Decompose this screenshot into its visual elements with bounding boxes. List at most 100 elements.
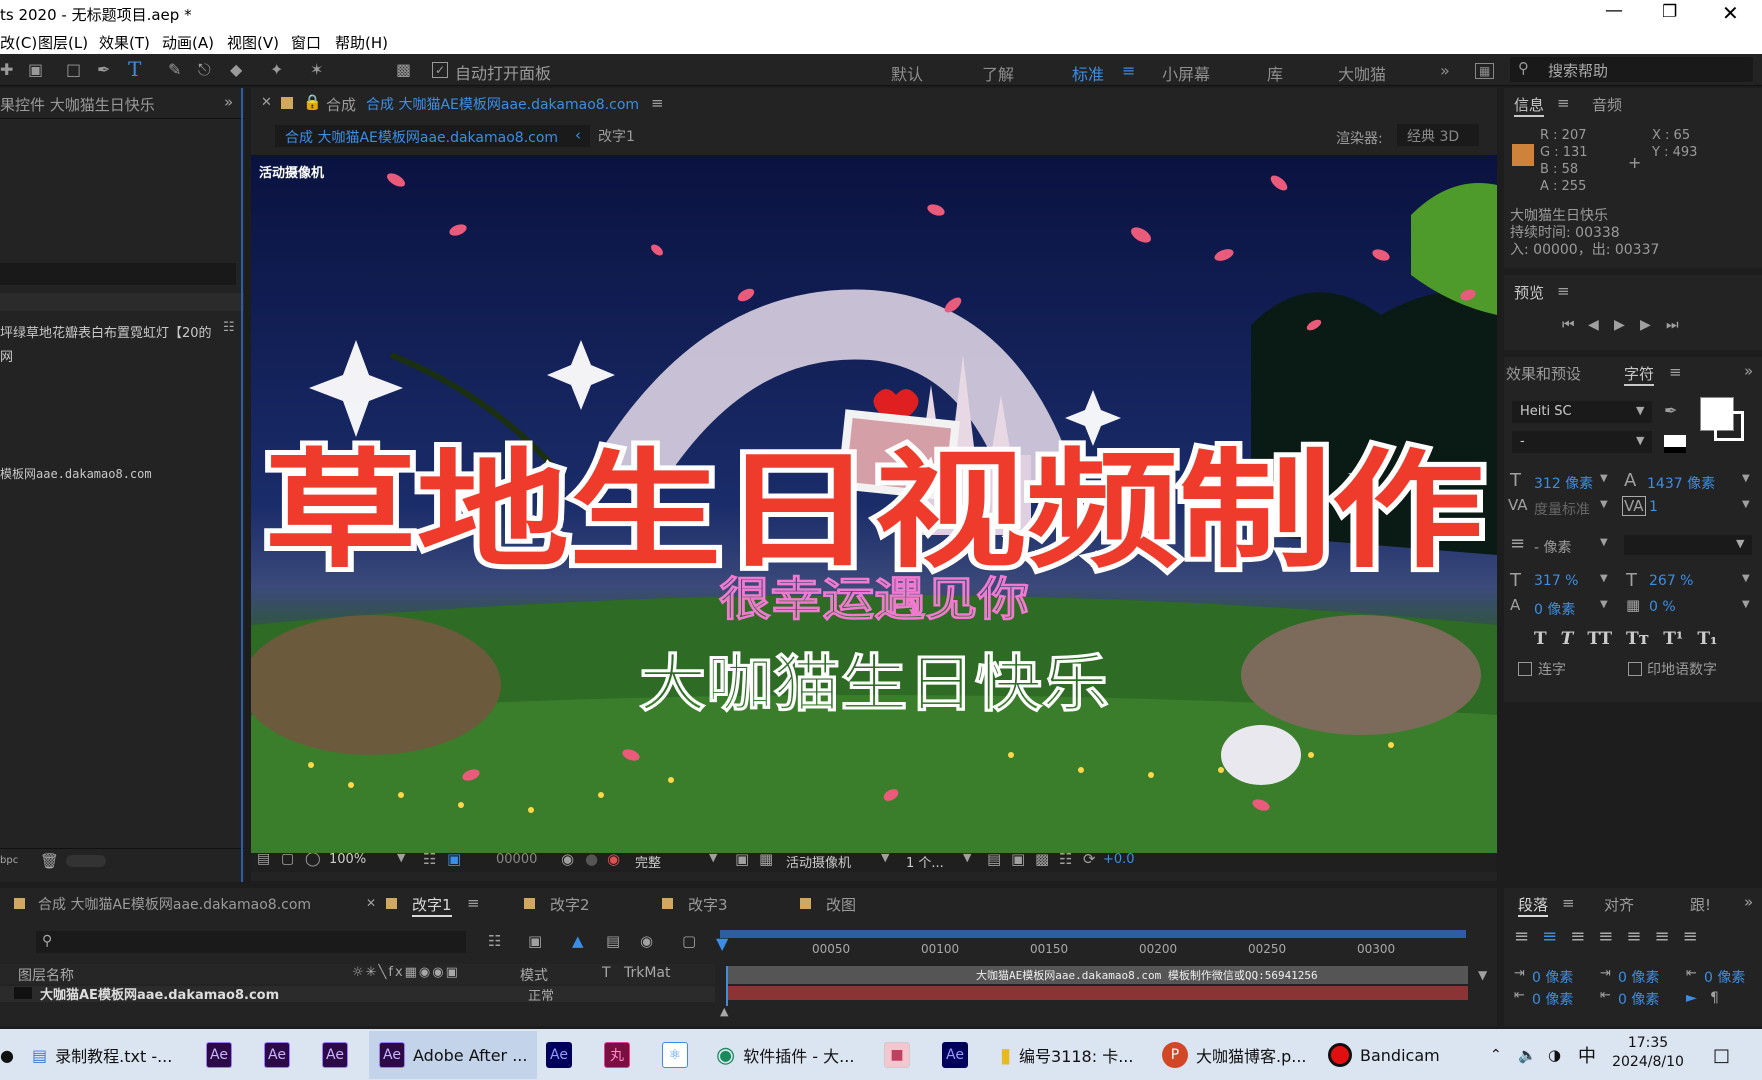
comp-tab-name[interactable]: 合成 大咖猫AE模板网aae.dakamao8.com xyxy=(366,94,639,114)
tab-paragraph[interactable]: 段落 xyxy=(1518,894,1549,917)
font-style-select[interactable]: - ▼ xyxy=(1512,431,1652,453)
stamp-tool-icon[interactable]: ⎋ xyxy=(198,60,211,80)
faux-italic-button[interactable]: T xyxy=(1561,629,1574,653)
vertical-scale-value[interactable]: 317 % xyxy=(1534,573,1578,589)
tab-audio[interactable]: 音频 xyxy=(1592,94,1622,115)
eyedropper-icon[interactable]: ✒ xyxy=(1664,401,1677,420)
indent-left-value[interactable]: 0 像素 xyxy=(1532,967,1573,987)
pen-tool-icon[interactable]: ✒ xyxy=(97,60,110,79)
menu-animation[interactable]: 动画(A) xyxy=(162,32,214,53)
stroke-style-select[interactable]: ▼ xyxy=(1624,535,1752,555)
align-left-icon[interactable]: ≡ xyxy=(1514,926,1529,948)
align-right-icon[interactable]: ≡ xyxy=(1570,926,1585,948)
sync-settings-icon[interactable]: ▦ xyxy=(1475,63,1495,79)
space-before-value[interactable]: 0 像素 xyxy=(1532,989,1573,1009)
project-item-2[interactable]: 网 xyxy=(0,346,13,365)
navigator-icon[interactable]: ▼ xyxy=(1478,968,1487,982)
layer-mode[interactable]: 正常 xyxy=(528,986,554,1002)
chevron-down-icon[interactable]: ▼ xyxy=(1600,537,1608,548)
taskbar-edge[interactable]: ◉ 软件插件 - 大... xyxy=(716,1038,854,1072)
panel-menu-icon[interactable]: ≡ xyxy=(1669,363,1682,381)
restore-icon[interactable]: ❐ xyxy=(1662,2,1677,22)
layer-name[interactable]: 大咖猫AE模板网aae.dakamao8.com xyxy=(40,986,279,1002)
menu-help[interactable]: 帮助(H) xyxy=(335,32,388,53)
search-field[interactable] xyxy=(0,263,236,285)
expand-panel-icon[interactable]: » xyxy=(1744,362,1753,380)
timeline-tab-4[interactable]: 改图 xyxy=(826,894,856,915)
renderer-select[interactable]: 经典 3D xyxy=(1397,124,1479,146)
indent-right-value[interactable]: 0 像素 xyxy=(1704,967,1745,987)
playhead-icon[interactable]: ▼ xyxy=(716,934,728,953)
draft-3d-icon[interactable]: ▣ xyxy=(528,932,542,950)
menu-view[interactable]: 视图(V) xyxy=(227,32,279,53)
rectangle-tool-icon[interactable]: □ xyxy=(66,60,81,79)
chevron-down-icon[interactable]: ▼ xyxy=(1600,473,1608,484)
tab-character[interactable]: 字符 xyxy=(1624,363,1655,386)
camera-tool-icon[interactable]: ▣ xyxy=(28,60,43,79)
clock[interactable]: 17:35 2024/8/10 xyxy=(1610,1032,1686,1078)
notifications-icon[interactable]: □ xyxy=(1713,1038,1730,1072)
timeline-tab-2[interactable]: 改字2 xyxy=(550,894,590,915)
last-frame-icon[interactable]: ⏭ xyxy=(1666,317,1679,333)
menu-layer[interactable]: 图层(L) xyxy=(38,32,88,53)
network-icon[interactable]: ◑ xyxy=(1548,1038,1561,1072)
bpc-label[interactable]: bpc xyxy=(0,855,18,866)
minimize-icon[interactable]: — xyxy=(1605,0,1623,21)
font-size-value[interactable]: 312 像素 xyxy=(1534,473,1593,493)
work-area-bar[interactable] xyxy=(720,930,1466,938)
chevron-down-icon[interactable]: ▼ xyxy=(1742,599,1750,610)
workspace-menu-icon[interactable]: ≡ xyxy=(1122,61,1135,80)
taskbar-ae-2[interactable]: Ae xyxy=(264,1038,290,1072)
taskbar-notepad[interactable]: ▤ 录制教程.txt -... xyxy=(32,1038,172,1072)
mask-icon[interactable]: ◯ xyxy=(305,851,321,867)
brush-tool-icon[interactable]: ✎ xyxy=(168,60,181,79)
taskbar-ae-1[interactable]: Ae xyxy=(206,1038,232,1072)
next-frame-icon[interactable]: ▶ xyxy=(1640,317,1651,333)
taskbar-app-pink[interactable]: ■ xyxy=(884,1038,910,1072)
taskbar-ae-5[interactable]: Ae xyxy=(942,1038,968,1072)
justify-right-icon[interactable]: ≡ xyxy=(1654,926,1669,948)
taskbar-bandicam[interactable]: Bandicam xyxy=(1328,1038,1440,1072)
align-center-icon[interactable]: ≡ xyxy=(1542,926,1557,948)
taskbar-app-red[interactable]: 丸 xyxy=(604,1038,630,1072)
layer-row[interactable]: 大咖猫AE模板网aae.dakamao8.com 正常 xyxy=(0,986,715,1002)
tab-align[interactable]: 对齐 xyxy=(1604,894,1634,915)
menu-composition[interactable]: 改(C) xyxy=(0,32,37,53)
horizontal-scale-value[interactable]: 267 % xyxy=(1649,573,1693,589)
chevron-down-icon[interactable]: ▼ xyxy=(1742,473,1750,484)
tab-tracker[interactable]: 跟! xyxy=(1690,894,1711,915)
play-icon[interactable]: ▶ xyxy=(1614,317,1625,333)
tab-info[interactable]: 信息 xyxy=(1514,94,1545,117)
first-frame-icon[interactable]: ⏮ xyxy=(1562,317,1575,333)
baseline-shift-value[interactable]: 0 像素 xyxy=(1534,599,1575,619)
font-family-select[interactable]: Heiti SC ▼ xyxy=(1512,401,1652,423)
baseline-shift[interactable]: 0 像素 xyxy=(1534,602,1575,618)
layer-duration-bar[interactable] xyxy=(726,986,1468,1000)
ime-indicator[interactable]: 中 xyxy=(1578,1038,1596,1072)
panel-menu-icon[interactable]: ≡ xyxy=(651,94,664,112)
show-hidden-icons[interactable]: ⌃ xyxy=(1490,1038,1502,1072)
taskbar-explorer[interactable]: ▮ 编号3118: 卡... xyxy=(1000,1038,1133,1072)
shy-layers-icon[interactable]: ▲ xyxy=(572,932,584,950)
project-item-3[interactable]: 模板网aae.dakamao8.com xyxy=(0,465,152,482)
prev-frame-icon[interactable]: ◀ xyxy=(1588,317,1599,333)
justify-center-icon[interactable]: ≡ xyxy=(1626,926,1641,948)
panel-menu-icon[interactable]: ≡ xyxy=(1562,894,1575,912)
tracking-value[interactable]: 1 xyxy=(1649,499,1658,515)
expand-panel-icon[interactable]: » xyxy=(1744,893,1753,911)
close-icon[interactable]: ✕ xyxy=(1722,1,1739,25)
always-preview-icon[interactable]: ▤ xyxy=(257,851,270,867)
start-icon[interactable]: ● xyxy=(0,1038,14,1072)
timeline-search-field[interactable]: ⚲ xyxy=(36,931,466,953)
time-ruler[interactable]: 00050 00100 00150 00200 00250 00300 ▼ xyxy=(716,924,1470,962)
menu-window[interactable]: 窗口 xyxy=(291,32,321,53)
faux-bold-button[interactable]: T xyxy=(1534,629,1547,653)
timeline-tab-main[interactable]: 合成 大咖猫AE模板网aae.dakamao8.com xyxy=(38,894,311,914)
timeline-tab-3[interactable]: 改字3 xyxy=(688,894,728,915)
chevron-down-icon[interactable]: ▼ xyxy=(1742,573,1750,584)
project-item-1[interactable]: 坪绿草地花瓣表白布置霓虹灯【20的 xyxy=(0,322,212,341)
motion-blur-icon[interactable]: ◉ xyxy=(640,932,653,950)
tsume-value[interactable]: 0 % xyxy=(1649,599,1676,615)
taskbar-app-blue[interactable]: ⚛ xyxy=(662,1038,688,1072)
composition-viewer[interactable]: 活动摄像机 草地生日视频制作 很幸运遇见你 大咖猫生日快乐 xyxy=(251,155,1497,853)
